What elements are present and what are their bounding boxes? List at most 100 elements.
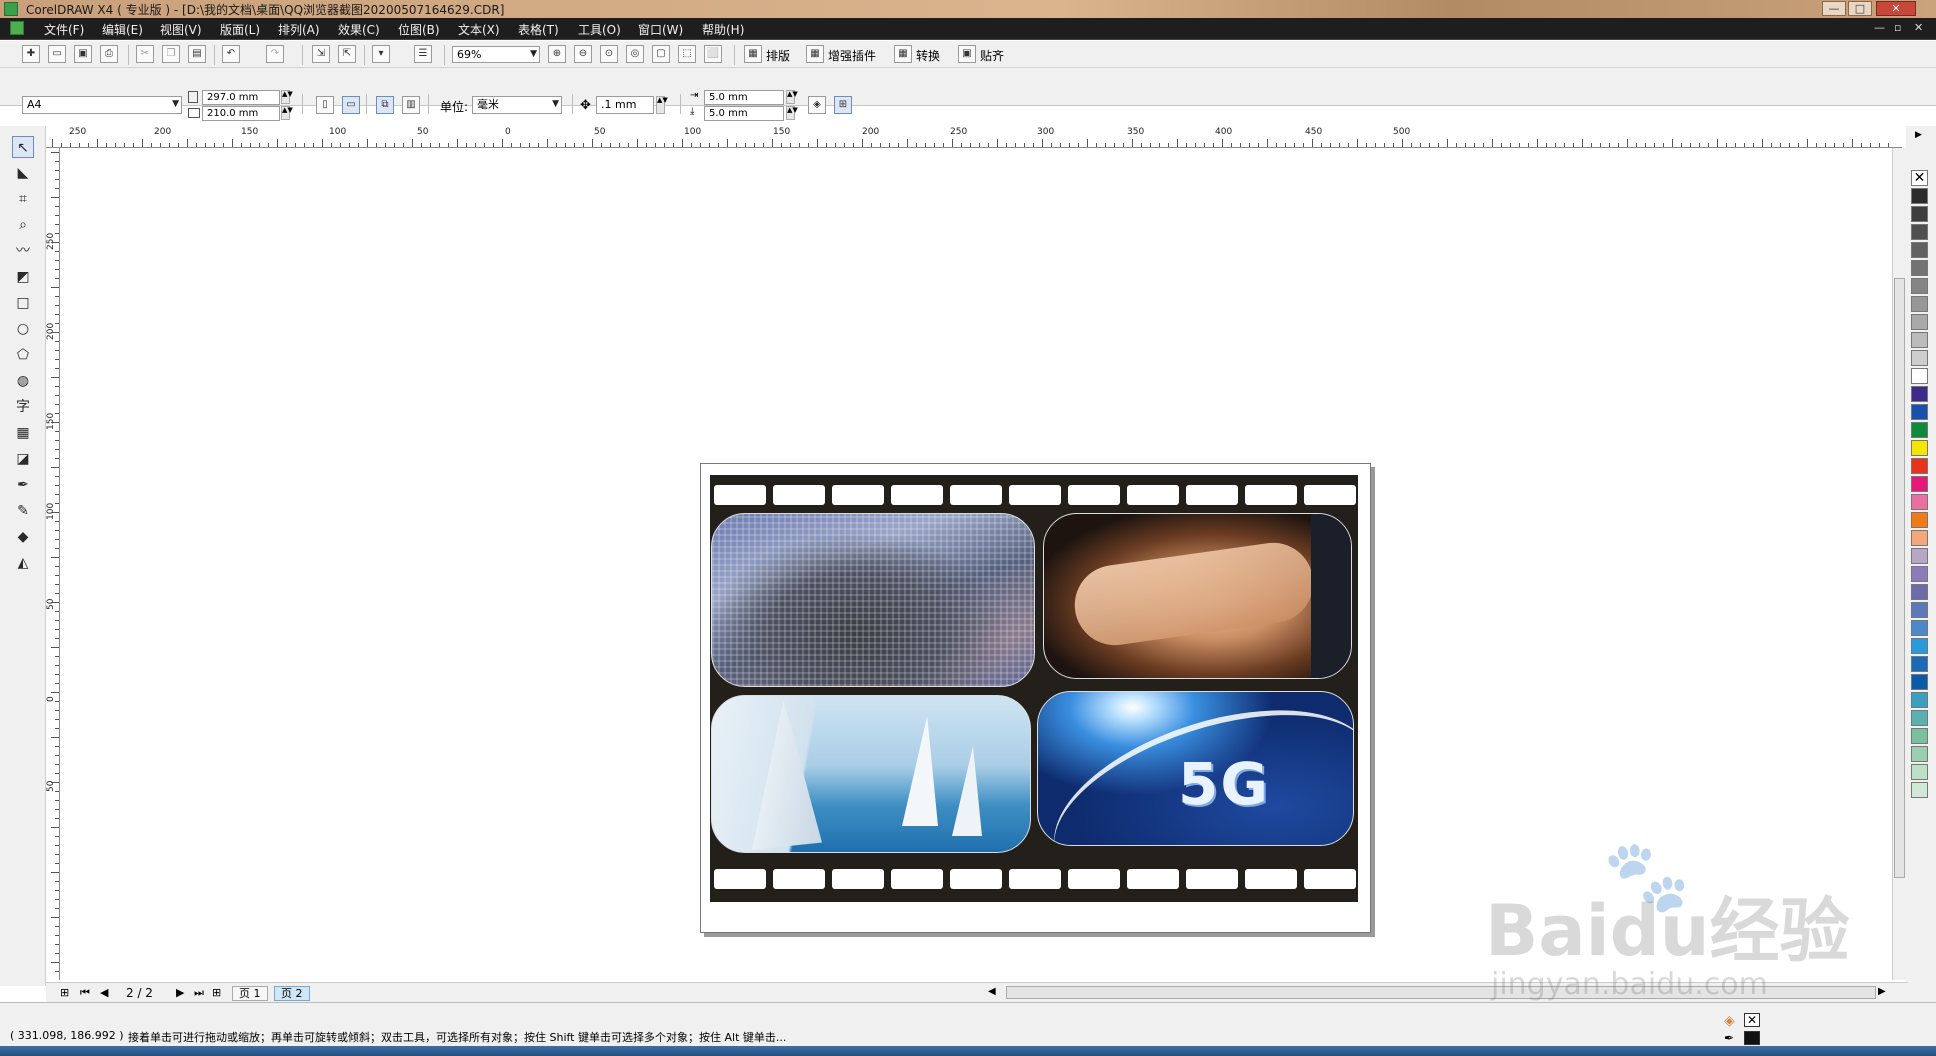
color-swatch[interactable] (1911, 188, 1928, 204)
import-icon[interactable]: ⇲ (312, 45, 330, 63)
vertical-ruler[interactable]: 25020015010050050 (46, 148, 60, 980)
copy-icon[interactable]: ❐ (162, 45, 180, 63)
convert-icon[interactable]: ▦ (894, 45, 912, 63)
crop-tool-icon[interactable]: ⌗ (12, 188, 34, 210)
duplicate-distance-x-field[interactable]: 5.0 mm (704, 90, 784, 105)
paper-size-select[interactable]: A4 ▼ (22, 96, 182, 114)
page-height-field[interactable]: 210.0 mm (202, 106, 280, 121)
menu-effects[interactable]: 效果(C) (338, 21, 380, 38)
snap-icon[interactable]: ▣ (958, 45, 976, 63)
outline-tool-icon[interactable]: ✎ (12, 500, 34, 522)
color-swatch[interactable] (1911, 764, 1928, 780)
color-swatch[interactable] (1911, 404, 1928, 420)
previous-page-icon[interactable]: ◀ (100, 986, 108, 999)
color-swatch[interactable] (1911, 440, 1928, 456)
color-swatch[interactable] (1911, 242, 1928, 258)
convert-button[interactable]: 转换 (916, 47, 940, 64)
menu-help[interactable]: 帮助(H) (702, 21, 744, 38)
first-page-icon[interactable]: ⏮ (80, 986, 90, 1000)
zoom-level-select[interactable]: 69% ▼ (452, 46, 540, 63)
new-document-icon[interactable]: ✚ (22, 45, 40, 63)
fill-indicator-icon[interactable]: ◈ (1724, 1013, 1735, 1029)
zoom-selected-icon[interactable]: ⊙ (600, 45, 618, 63)
freehand-tool-icon[interactable]: 〰 (12, 240, 34, 262)
menu-file[interactable]: 文件(F) (44, 21, 84, 38)
nudge-distance-field[interactable]: .1 mm (596, 96, 654, 114)
nudge-spinner[interactable]: ▲▼ (656, 96, 668, 114)
interactive-fill-tool-icon[interactable]: ◭ (12, 552, 34, 574)
fill-tool-icon[interactable]: ◆ (12, 526, 34, 548)
color-swatch[interactable] (1911, 260, 1928, 276)
zoom-all-objects-icon[interactable]: ◎ (626, 45, 644, 63)
basic-shapes-tool-icon[interactable]: ◍ (12, 370, 34, 392)
no-color-swatch[interactable]: ✕ (1911, 170, 1928, 186)
zoom-out-icon[interactable]: ⊖ (574, 45, 592, 63)
height-spinner[interactable]: ▲▼ (281, 106, 293, 120)
smart-fill-tool-icon[interactable]: ◩ (12, 266, 34, 288)
last-page-icon[interactable]: ⏭ (194, 986, 204, 1000)
vertical-scroll-thumb[interactable] (1894, 278, 1905, 878)
color-swatch[interactable] (1911, 710, 1928, 726)
color-swatch[interactable] (1911, 620, 1928, 636)
all-pages-icon[interactable]: ⧉ (376, 96, 394, 114)
typeset-button[interactable]: 排版 (766, 47, 790, 64)
outline-color-swatch[interactable] (1744, 1031, 1760, 1045)
tab-page-2[interactable]: 页 2 (274, 986, 310, 1001)
open-folder-icon[interactable]: ▭ (48, 45, 66, 63)
mosaic-photo[interactable] (711, 513, 1035, 687)
color-swatch[interactable] (1911, 422, 1928, 438)
zoom-page-width-icon[interactable]: ⬚ (678, 45, 696, 63)
film-strip-frame[interactable]: 5G (710, 475, 1358, 902)
color-swatch[interactable] (1911, 638, 1928, 654)
menu-table[interactable]: 表格(T) (518, 21, 559, 38)
close-button[interactable]: ✕ (1876, 1, 1916, 16)
mdi-restore-button[interactable]: ▫ (1894, 21, 1901, 34)
scroll-left-icon[interactable]: ◀ (988, 986, 996, 997)
save-icon[interactable]: ▣ (74, 45, 92, 63)
landscape-icon[interactable]: ▭ (342, 96, 360, 114)
maximize-button[interactable]: □ (1848, 1, 1872, 16)
color-swatch[interactable] (1911, 692, 1928, 708)
typeset-icon[interactable]: ▦ (744, 45, 762, 63)
color-swatch[interactable] (1911, 224, 1928, 240)
color-swatch[interactable] (1911, 602, 1928, 618)
menu-tools[interactable]: 工具(O) (578, 21, 621, 38)
color-swatch[interactable] (1911, 458, 1928, 474)
handshake-photo[interactable] (1043, 513, 1352, 679)
tab-page-1[interactable]: 页 1 (232, 986, 268, 1001)
mdi-minimize-button[interactable]: — (1874, 21, 1885, 34)
menu-window[interactable]: 窗口(W) (638, 21, 683, 38)
color-swatch[interactable] (1911, 782, 1928, 798)
add-page-before-icon[interactable]: ⊞ (60, 986, 69, 999)
color-swatch[interactable] (1911, 656, 1928, 672)
rectangle-tool-icon[interactable]: □ (12, 292, 34, 314)
palette-scroll-up-icon[interactable]: ▶ (1915, 130, 1922, 140)
horizontal-ruler[interactable]: 250 200 150 100 50 0 50 100 150 200 250 300 350 400 45… (46, 126, 1902, 148)
snap-to-grid-icon[interactable]: ⊞ (834, 96, 852, 114)
current-page-icon[interactable]: ▥ (402, 96, 420, 114)
eyedropper-tool-icon[interactable]: ✒ (12, 474, 34, 496)
enhance-plugin-button[interactable]: 增强插件 (828, 47, 876, 64)
color-swatch[interactable] (1911, 206, 1928, 222)
menu-bitmaps[interactable]: 位图(B) (398, 21, 440, 38)
color-swatch[interactable] (1911, 584, 1928, 600)
polygon-tool-icon[interactable]: ⬠ (12, 344, 34, 366)
color-swatch[interactable] (1911, 278, 1928, 294)
minimize-button[interactable]: — (1822, 1, 1846, 16)
color-swatch[interactable] (1911, 296, 1928, 312)
enhance-plugin-icon[interactable]: ▦ (806, 45, 824, 63)
color-swatch[interactable] (1911, 332, 1928, 348)
ellipse-tool-icon[interactable]: ○ (12, 318, 34, 340)
welcome-screen-icon[interactable]: ☰ (414, 45, 432, 63)
menu-arrange[interactable]: 排列(A) (278, 21, 320, 38)
undo-icon[interactable]: ↶ (222, 45, 240, 63)
next-page-icon[interactable]: ▶ (176, 986, 184, 999)
color-swatch[interactable] (1911, 512, 1928, 528)
color-swatch[interactable] (1911, 494, 1928, 510)
color-swatch[interactable] (1911, 350, 1928, 366)
zoom-page-height-icon[interactable]: ⬜ (704, 45, 722, 63)
paste-icon[interactable]: ▤ (188, 45, 206, 63)
text-tool-icon[interactable]: 字 (12, 396, 34, 418)
interactive-blend-tool-icon[interactable]: ◪ (12, 448, 34, 470)
application-launcher-icon[interactable]: ▾ (372, 45, 390, 63)
